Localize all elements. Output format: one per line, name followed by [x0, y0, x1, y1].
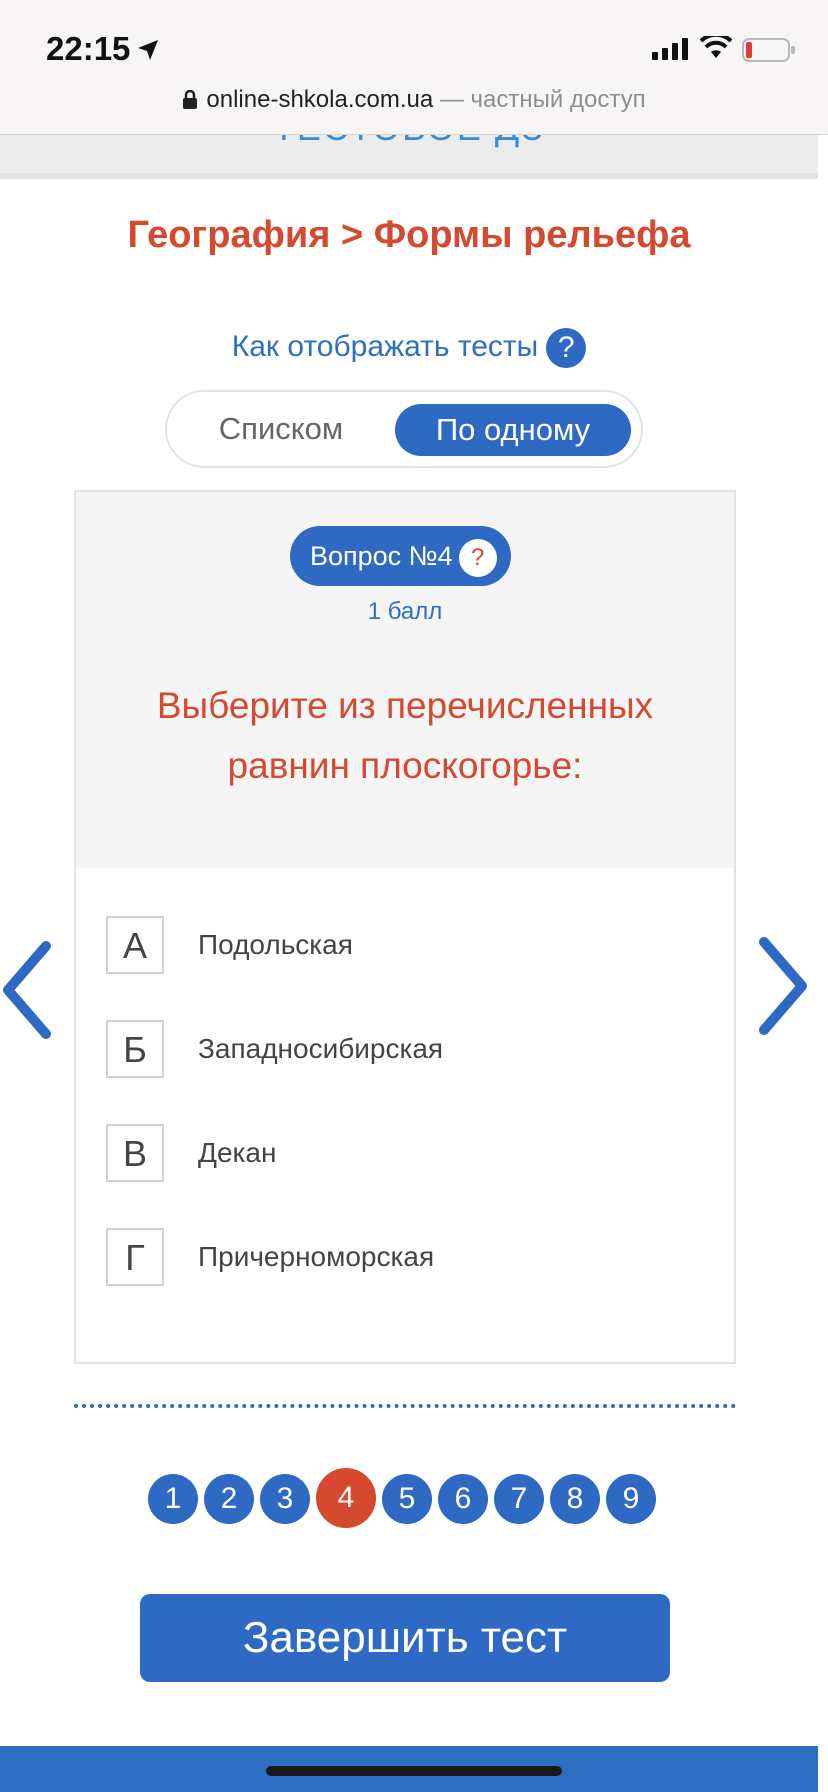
answer-letter-box[interactable]: В	[106, 1124, 164, 1182]
address-bar[interactable]: online-shkola.com.ua — частный доступ	[0, 86, 828, 114]
battery-low-icon	[742, 38, 795, 62]
header-strip: ТЕСТОВОЕ ДЗ	[0, 135, 818, 179]
lock-icon	[183, 90, 198, 109]
page-button-1[interactable]: 1	[148, 1474, 198, 1524]
header-cut-text: ТЕСТОВОЕ ДЗ	[0, 135, 818, 149]
answer-option[interactable]: В Декан	[106, 1124, 666, 1184]
answer-letter-box[interactable]: Г	[106, 1228, 164, 1286]
prev-arrow-icon[interactable]	[0, 940, 54, 1040]
answer-text: Декан	[198, 1137, 277, 1168]
display-mode-text: Как отображать тесты	[231, 329, 539, 363]
wifi-icon	[700, 36, 732, 58]
answer-option[interactable]: Г Причерноморская	[106, 1228, 666, 1288]
display-mode-toggle: Списком По одному	[165, 390, 643, 468]
answer-text: Подольская	[198, 929, 353, 960]
private-access-label: — частный доступ	[433, 86, 646, 113]
page-button-8[interactable]: 8	[550, 1474, 600, 1524]
toggle-list-option[interactable]: Списком	[167, 392, 395, 466]
answer-text: Западносибирская	[198, 1033, 444, 1064]
page-button-5[interactable]: 5	[382, 1474, 432, 1524]
location-arrow-icon	[138, 40, 158, 60]
question-card: Вопрос №4? 1 балл Выберите из перечислен…	[74, 490, 736, 1364]
status-bar: 22:15 online-shkola.com.ua — частный дос…	[0, 0, 828, 135]
help-icon[interactable]: ?	[546, 328, 587, 368]
question-number-badge: Вопрос №4?	[290, 526, 511, 586]
page-button-9[interactable]: 9	[606, 1474, 656, 1524]
signal-icon	[652, 38, 688, 60]
page-button-4-current[interactable]: 4	[316, 1468, 376, 1528]
page-button-3[interactable]: 3	[260, 1474, 310, 1524]
page-button-6[interactable]: 6	[438, 1474, 488, 1524]
next-arrow-icon[interactable]	[756, 936, 812, 1036]
question-pager: 1 2 3 4 5 6 7 8 9	[0, 1468, 818, 1530]
question-text: Выберите из перечисленных равнин плоског…	[156, 685, 654, 786]
page-button-7[interactable]: 7	[494, 1474, 544, 1524]
answer-text: Причерноморская	[198, 1241, 435, 1272]
toggle-one-option[interactable]: По одному	[395, 404, 631, 456]
question-points: 1 балл	[367, 598, 443, 625]
question-number: Вопрос №4	[310, 541, 453, 571]
answer-option[interactable]: А Подольская	[106, 916, 666, 976]
answer-letter-box[interactable]: Б	[106, 1020, 164, 1078]
display-mode-label: Как отображать тесты?	[0, 328, 818, 368]
answer-letter-box[interactable]: А	[106, 916, 164, 974]
question-help-icon[interactable]: ?	[458, 538, 497, 577]
clock: 22:15	[46, 30, 131, 67]
home-indicator[interactable]	[266, 1766, 562, 1776]
url-text: online-shkola.com.ua	[206, 86, 434, 113]
dotted-divider	[74, 1404, 736, 1408]
question-header: Вопрос №4? 1 балл Выберите из перечислен…	[76, 492, 734, 868]
page-button-2[interactable]: 2	[204, 1474, 254, 1524]
finish-test-button[interactable]: Завершить тест	[140, 1594, 670, 1682]
answer-option[interactable]: Б Западносибирская	[106, 1020, 666, 1080]
breadcrumb: География > Формы рельефа	[127, 214, 691, 256]
